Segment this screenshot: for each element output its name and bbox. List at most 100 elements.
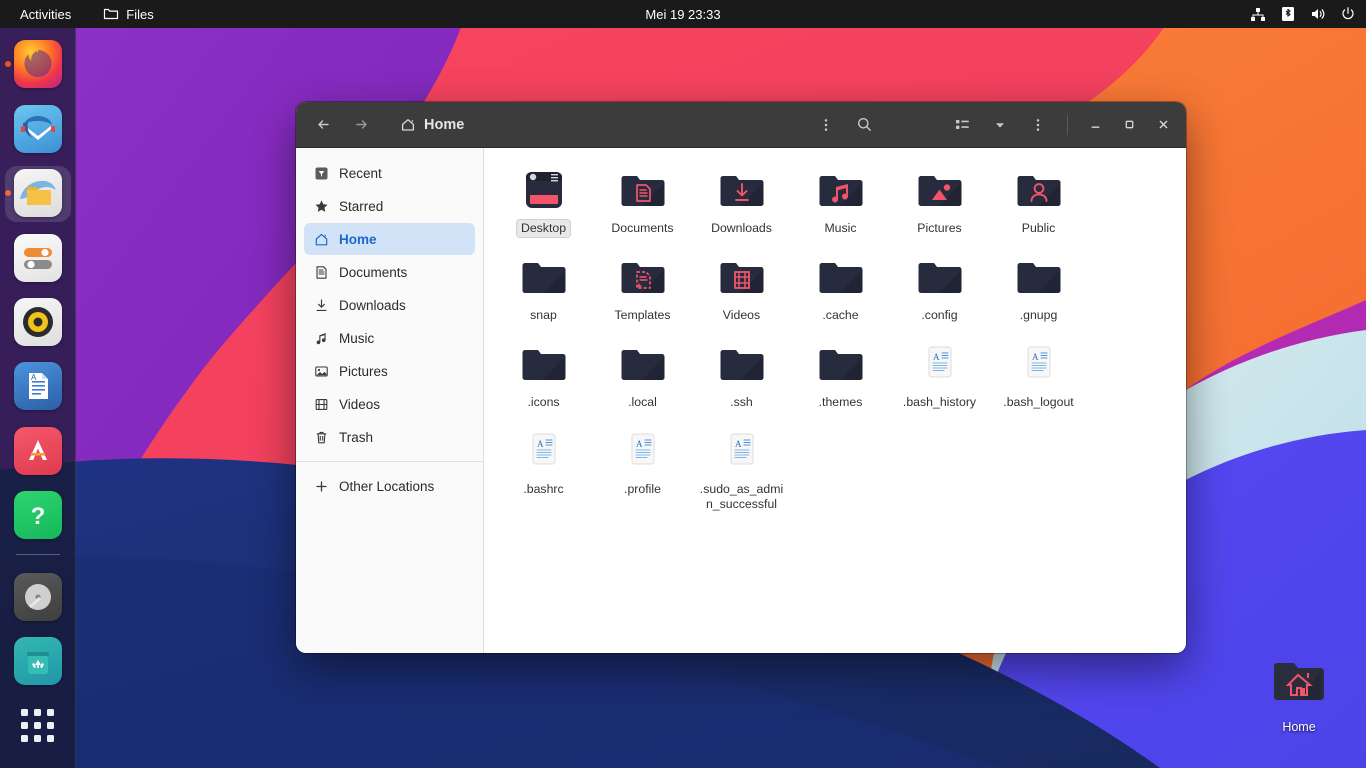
file-item-bash-history[interactable]: A .bash_history: [890, 336, 989, 411]
folder-plain-icon: [518, 251, 570, 303]
folder-music-icon: [815, 164, 867, 216]
plus-icon: [313, 478, 329, 494]
dock-item-disks[interactable]: [0, 565, 76, 629]
settings-icon: [13, 233, 62, 282]
view-toggle-button[interactable]: [947, 110, 977, 140]
dock-item-firefox[interactable]: [0, 32, 76, 96]
view-dropdown-button[interactable]: [985, 110, 1015, 140]
file-item-documents[interactable]: Documents: [593, 162, 692, 237]
sidebar-item-recent[interactable]: Recent: [304, 157, 475, 189]
dock-item-thunderbird[interactable]: [0, 96, 76, 160]
sidebar-item-documents[interactable]: Documents: [304, 256, 475, 288]
dock: A ?: [0, 28, 76, 768]
file-item-gnupg[interactable]: .gnupg: [989, 249, 1088, 324]
status-area[interactable]: [1250, 0, 1356, 28]
clock[interactable]: Mei 19 23:33: [0, 7, 1366, 22]
sidebar-item-pictures[interactable]: Pictures: [304, 355, 475, 387]
folder-home-icon: [1274, 663, 1324, 700]
file-label: .cache: [822, 308, 859, 322]
text-file-icon: A: [617, 425, 669, 477]
dock-item-files[interactable]: [0, 161, 76, 225]
file-item-pictures[interactable]: Pictures: [890, 162, 989, 237]
sidebar-item-downloads[interactable]: Downloads: [304, 289, 475, 321]
volume-icon[interactable]: [1310, 6, 1326, 22]
file-list-area[interactable]: Desktop Documents Downloads Music Pictur…: [484, 148, 1186, 653]
music-icon: [313, 330, 329, 346]
file-item-desktop[interactable]: Desktop: [494, 162, 593, 238]
activities-button[interactable]: Activities: [14, 4, 77, 25]
show-applications-button[interactable]: [0, 694, 76, 758]
network-icon[interactable]: [1250, 6, 1266, 22]
activities-label: Activities: [20, 6, 72, 22]
file-label: .local: [628, 395, 657, 409]
dock-item-help[interactable]: ?: [0, 483, 76, 547]
file-item-local[interactable]: .local: [593, 336, 692, 411]
file-item-bashrc[interactable]: A .bashrc: [494, 423, 593, 513]
power-icon[interactable]: [1340, 6, 1356, 22]
svg-text:A: A: [537, 439, 544, 449]
sidebar-item-trash[interactable]: Trash: [304, 421, 475, 453]
folder-plain-icon: [1013, 251, 1065, 303]
file-item-bash-logout[interactable]: A .bash_logout: [989, 336, 1088, 411]
sidebar-label: Other Locations: [339, 478, 435, 494]
file-item-music[interactable]: Music: [791, 162, 890, 237]
sidebar-item-starred[interactable]: Starred: [304, 190, 475, 222]
minimize-button[interactable]: [1082, 112, 1108, 138]
dock-item-trash[interactable]: [0, 629, 76, 693]
folder-templates-icon: [617, 251, 669, 303]
file-item-icons[interactable]: .icons: [494, 336, 593, 411]
search-button[interactable]: [849, 110, 879, 140]
maximize-button[interactable]: [1116, 112, 1142, 138]
close-button[interactable]: [1150, 112, 1176, 138]
dock-separator: [15, 553, 60, 555]
file-item-profile[interactable]: A .profile: [593, 423, 692, 513]
download-icon: [313, 297, 329, 313]
svg-text:A: A: [1032, 352, 1039, 362]
sidebar-item-music[interactable]: Music: [304, 322, 475, 354]
file-label: Documents: [611, 221, 674, 235]
file-item-snap[interactable]: snap: [494, 249, 593, 324]
sidebar-item-videos[interactable]: Videos: [304, 388, 475, 420]
file-item-ssh[interactable]: .ssh: [692, 336, 791, 411]
text-file-icon: A: [914, 338, 966, 390]
file-item-downloads[interactable]: Downloads: [692, 162, 791, 237]
files-window: Home Recent Starred Home Documents Downl…: [296, 102, 1186, 653]
file-item-public[interactable]: Public: [989, 162, 1088, 237]
file-item-sudo-as-admin-successful[interactable]: A .sudo_as_admin_successful: [692, 423, 791, 513]
desktop-icon-home[interactable]: Home: [1251, 653, 1347, 734]
path-menu-button[interactable]: [811, 110, 841, 140]
forward-button[interactable]: [346, 110, 376, 140]
file-item-themes[interactable]: .themes: [791, 336, 890, 411]
file-item-config[interactable]: .config: [890, 249, 989, 324]
main-menu-button[interactable]: [1023, 110, 1053, 140]
dock-item-libreoffice-writer[interactable]: A: [0, 354, 76, 418]
file-item-videos[interactable]: Videos: [692, 249, 791, 324]
back-button[interactable]: [308, 110, 338, 140]
dock-item-rhythmbox[interactable]: [0, 290, 76, 354]
path-bar-home[interactable]: Home: [394, 113, 470, 137]
dock-item-settings[interactable]: [0, 225, 76, 289]
sidebar-label: Starred: [339, 198, 384, 214]
thunderbird-icon: [13, 104, 62, 153]
help-icon: ?: [13, 491, 62, 540]
file-label: .ssh: [730, 395, 753, 409]
trash-icon: [313, 429, 329, 445]
app-menu-files[interactable]: Files: [97, 3, 159, 25]
dock-item-ubuntu-software[interactable]: [0, 419, 76, 483]
folder-plain-icon: [914, 251, 966, 303]
sidebar-label: Music: [339, 330, 375, 346]
libreoffice-writer-icon: A: [13, 362, 62, 411]
picture-icon: [313, 363, 329, 379]
sidebar-item-other-locations[interactable]: Other Locations: [304, 470, 475, 502]
home-icon: [401, 118, 415, 131]
sidebar-item-home[interactable]: Home: [304, 223, 475, 255]
bluetooth-icon[interactable]: [1280, 6, 1296, 22]
file-item-cache[interactable]: .cache: [791, 249, 890, 324]
disks-icon: [13, 572, 62, 621]
folder-videos-icon: [716, 251, 768, 303]
file-label: .bashrc: [523, 482, 564, 496]
file-item-templates[interactable]: Templates: [593, 249, 692, 324]
document-icon: [313, 264, 329, 280]
minimize-icon: [1091, 126, 1099, 128]
files-icon: [13, 169, 62, 218]
